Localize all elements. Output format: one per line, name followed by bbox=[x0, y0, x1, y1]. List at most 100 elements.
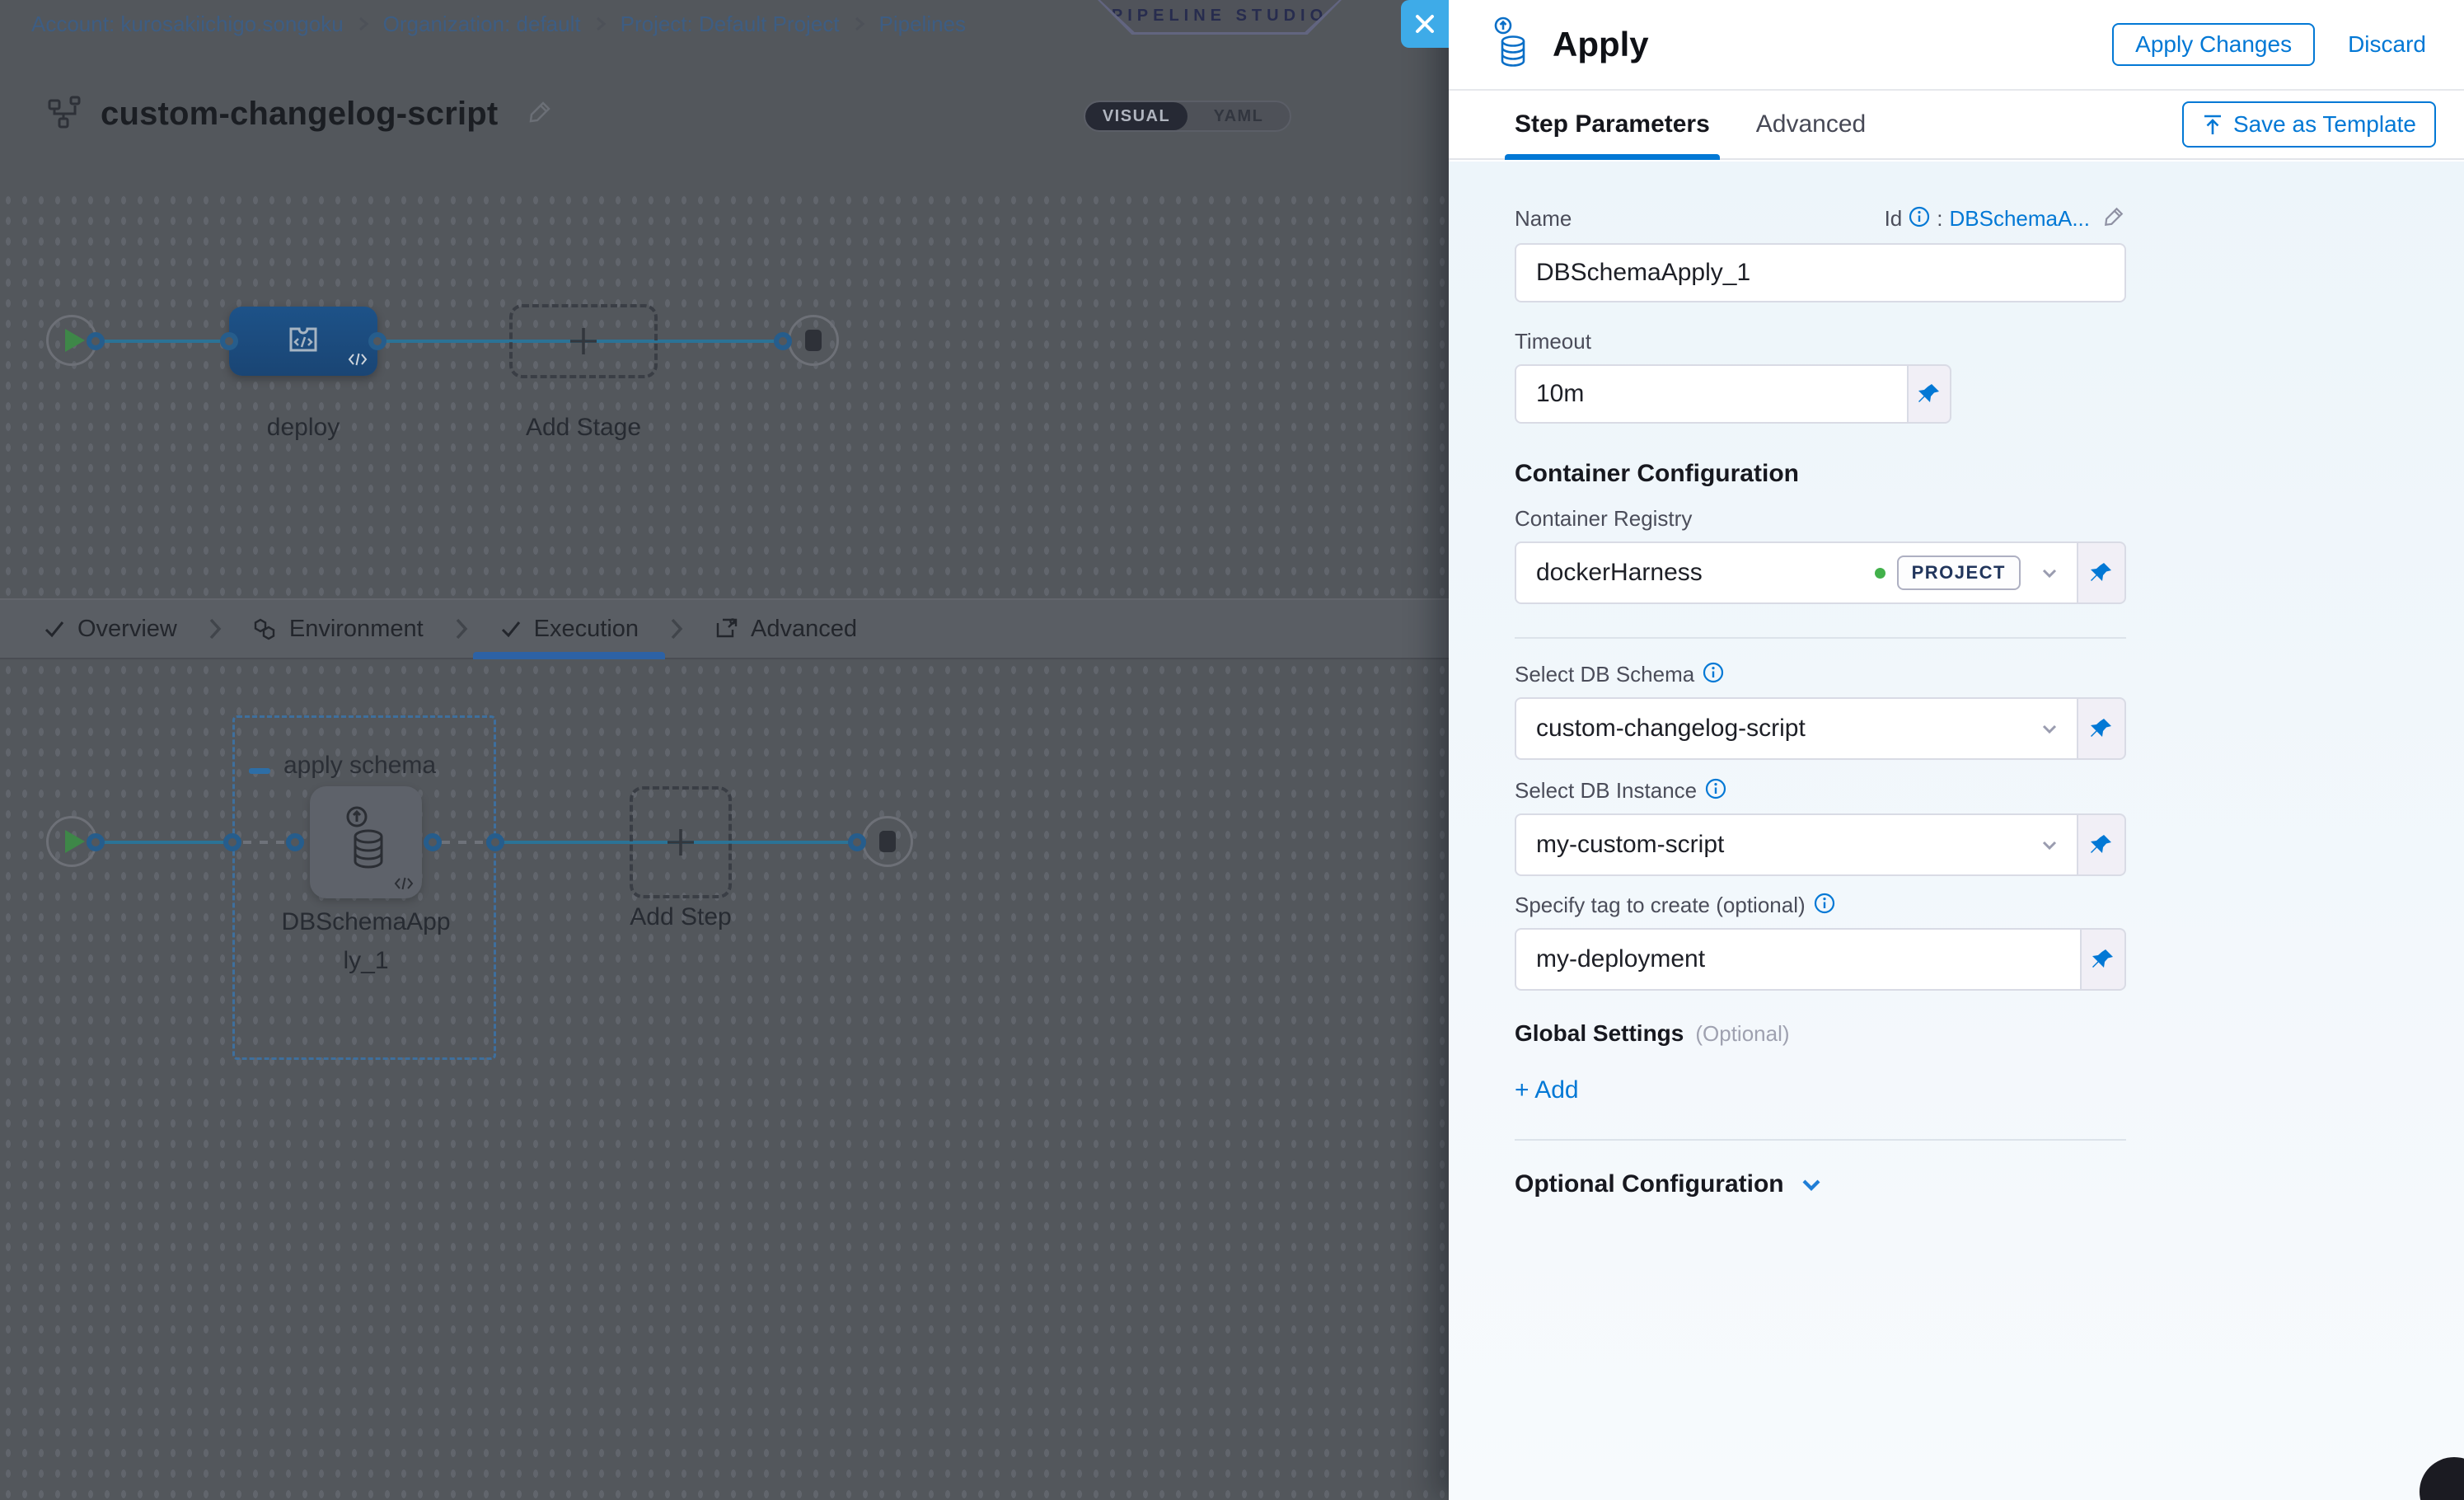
drawer-title: Apply bbox=[1553, 25, 2112, 64]
pushpin-icon bbox=[2090, 717, 2113, 740]
drawer-header: Apply Apply Changes Discard bbox=[1449, 0, 2464, 91]
discard-button[interactable]: Discard bbox=[2348, 31, 2426, 58]
tab-overview[interactable]: Overview bbox=[16, 600, 204, 658]
section-divider bbox=[1515, 1139, 2126, 1141]
drawer-body: Name Id : DBSchemaA... Timeout bbox=[1449, 162, 2464, 1500]
apply-changes-button[interactable]: Apply Changes bbox=[2112, 23, 2315, 66]
container-registry-pin-button[interactable] bbox=[2078, 541, 2126, 604]
name-label: Name bbox=[1515, 206, 1572, 232]
chevron-right-icon bbox=[357, 15, 370, 33]
pipeline-studio: Account: kurosakiichigo.songoku Organiza… bbox=[0, 0, 1449, 1500]
chevron-down-icon[interactable] bbox=[2039, 718, 2060, 739]
global-settings-optional-label: (Optional) bbox=[1695, 1021, 1789, 1047]
add-global-setting-button[interactable]: + Add bbox=[1515, 1076, 1579, 1104]
circle-info-icon[interactable] bbox=[1705, 778, 1726, 804]
execution-end-node bbox=[862, 816, 913, 867]
step-config-drawer: Apply Apply Changes Discard Step Paramet… bbox=[1449, 0, 2464, 1500]
db-instance-label: Select DB Instance bbox=[1515, 778, 1697, 804]
circle-info-icon[interactable] bbox=[1814, 893, 1835, 918]
timeout-label: Timeout bbox=[1515, 329, 2126, 354]
step-group-label[interactable]: apply schema bbox=[283, 752, 436, 780]
pipeline-studio-badge-label: PIPELINE STUDIO bbox=[1112, 7, 1328, 26]
tag-pin-button[interactable] bbox=[2082, 928, 2126, 991]
step-node-dbschemaapply[interactable] bbox=[310, 786, 422, 898]
play-icon bbox=[65, 329, 85, 352]
pushpin-icon bbox=[1918, 382, 1941, 405]
id-value-link[interactable]: DBSchemaA... bbox=[1949, 206, 2090, 232]
tab-advanced-label: Advanced bbox=[751, 616, 857, 643]
port bbox=[286, 833, 304, 851]
toggle-yaml[interactable]: YAML bbox=[1187, 102, 1290, 130]
tag-label: Specify tag to create (optional) bbox=[1515, 893, 1806, 918]
db-instance-pin-button[interactable] bbox=[2078, 813, 2126, 876]
tab-execution-label: Execution bbox=[534, 616, 639, 643]
timeout-pin-button[interactable] bbox=[1909, 364, 1951, 424]
checkmark-icon bbox=[43, 617, 66, 640]
tag-input[interactable] bbox=[1515, 928, 2082, 991]
pushpin-icon bbox=[2092, 948, 2115, 971]
tab-advanced-drawer[interactable]: Advanced bbox=[1756, 91, 1866, 158]
plus-icon bbox=[663, 824, 699, 860]
breadcrumb-pipelines-link[interactable]: Pipelines bbox=[879, 12, 967, 37]
breadcrumb-project-link[interactable]: Project: Default Project bbox=[621, 12, 840, 37]
container-registry-value: dockerHarness bbox=[1536, 559, 1875, 587]
add-step-button[interactable] bbox=[630, 786, 732, 898]
db-upload-icon bbox=[335, 805, 396, 880]
code-badge-icon bbox=[394, 876, 414, 895]
save-as-template-button[interactable]: Save as Template bbox=[2182, 101, 2436, 148]
execution-canvas[interactable]: apply schema bbox=[0, 659, 1449, 1500]
container-registry-select[interactable]: dockerHarness PROJECT bbox=[1515, 541, 2078, 604]
pencil-icon[interactable] bbox=[2101, 204, 2126, 233]
visual-yaml-toggle[interactable]: VISUAL YAML bbox=[1084, 101, 1291, 132]
code-badge-icon bbox=[348, 352, 368, 371]
tab-step-parameters[interactable]: Step Parameters bbox=[1515, 91, 1710, 158]
plus-icon bbox=[565, 323, 602, 359]
stage-node-deploy[interactable] bbox=[229, 307, 377, 376]
db-schema-label: Select DB Schema bbox=[1515, 662, 1694, 687]
port bbox=[486, 833, 504, 851]
breadcrumb-account-link[interactable]: Account: kurosakiichigo.songoku bbox=[31, 12, 344, 37]
apply-changes-label: Apply Changes bbox=[2135, 31, 2292, 58]
chevron-right-icon bbox=[853, 15, 866, 33]
close-drawer-button[interactable] bbox=[1401, 0, 1449, 48]
breadcrumb-org-link[interactable]: Organization: default bbox=[383, 12, 581, 37]
optional-configuration-label: Optional Configuration bbox=[1515, 1170, 1784, 1198]
port bbox=[774, 332, 792, 350]
circle-info-icon[interactable] bbox=[1703, 662, 1724, 687]
stage-label: deploy bbox=[221, 414, 386, 442]
db-schema-value: custom-changelog-script bbox=[1536, 715, 2021, 743]
id-separator: : bbox=[1937, 206, 1942, 232]
db-schema-pin-button[interactable] bbox=[2078, 697, 2126, 760]
pushpin-icon bbox=[2090, 833, 2113, 856]
tab-advanced[interactable]: Advanced bbox=[688, 600, 883, 658]
chevron-right-icon bbox=[204, 600, 227, 658]
tab-environment-label: Environment bbox=[289, 616, 424, 643]
name-input[interactable] bbox=[1515, 243, 2126, 302]
chevron-down-icon[interactable] bbox=[2039, 834, 2060, 855]
port bbox=[848, 833, 866, 851]
port bbox=[368, 332, 386, 350]
db-apply-icon bbox=[1488, 16, 1536, 73]
chevron-right-icon bbox=[665, 600, 688, 658]
stage-tab-bar: Overview Environment Execution Advanced bbox=[0, 598, 1449, 659]
optional-configuration-toggle[interactable]: Optional Configuration bbox=[1515, 1170, 2126, 1198]
stage-canvas[interactable]: deploy Add Stage bbox=[0, 190, 1449, 598]
pipeline-icon bbox=[46, 94, 86, 134]
port bbox=[424, 833, 442, 851]
checkmark-icon bbox=[499, 617, 522, 640]
db-schema-select[interactable]: custom-changelog-script bbox=[1515, 697, 2078, 760]
stop-icon bbox=[879, 831, 896, 852]
chevron-down-icon[interactable] bbox=[2039, 562, 2060, 584]
circle-info-icon[interactable] bbox=[1909, 206, 1930, 232]
pipeline-studio-badge: PIPELINE STUDIO bbox=[1098, 0, 1342, 35]
minus-icon[interactable] bbox=[249, 768, 270, 774]
timeout-input[interactable] bbox=[1515, 364, 1909, 424]
toggle-visual[interactable]: VISUAL bbox=[1085, 102, 1187, 130]
scope-badge: PROJECT bbox=[1897, 555, 2021, 590]
pencil-icon[interactable] bbox=[526, 98, 554, 130]
db-instance-select[interactable]: my-custom-script bbox=[1515, 813, 2078, 876]
add-stage-button[interactable] bbox=[509, 304, 658, 378]
chevron-right-icon bbox=[450, 600, 473, 658]
tab-environment[interactable]: Environment bbox=[227, 600, 450, 658]
tab-execution[interactable]: Execution bbox=[473, 600, 665, 658]
